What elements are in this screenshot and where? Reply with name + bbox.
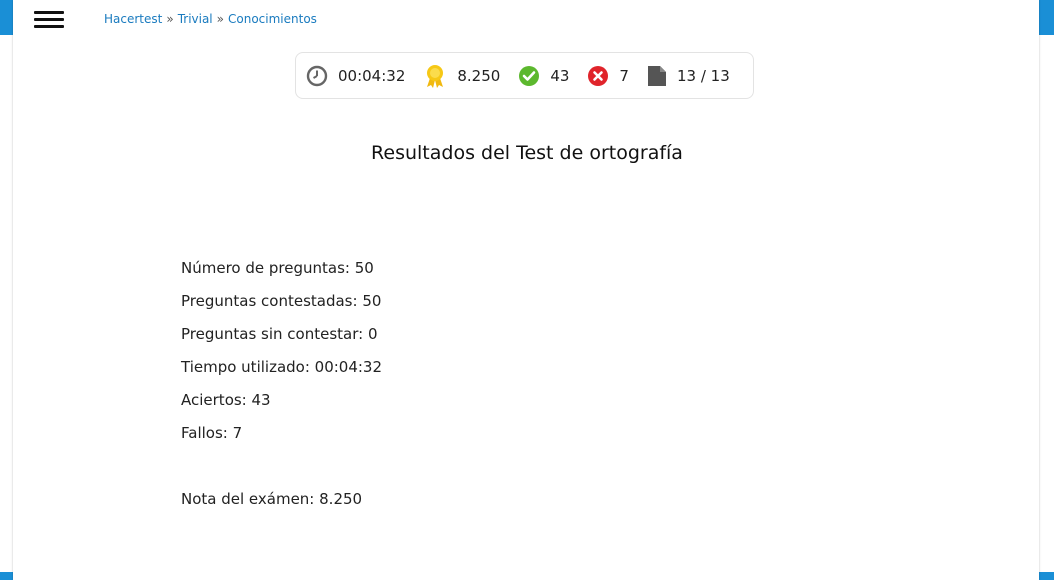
stat-wrong-value: 7 <box>619 66 629 85</box>
result-grade: Nota del exámen: 8.250 <box>181 490 363 508</box>
stat-time: 00:04:32 <box>306 65 405 87</box>
page-title: Resultados del Test de ortografía <box>371 142 683 164</box>
check-icon <box>519 65 540 86</box>
result-time-used: Tiempo utilizado: 00:04:32 <box>181 358 383 376</box>
breadcrumb-home-link[interactable]: Hacertest <box>104 12 162 26</box>
cross-icon <box>588 65 609 86</box>
breadcrumb-section-link[interactable]: Trivial <box>178 12 213 26</box>
result-questions: Número de preguntas: 50 <box>181 259 374 277</box>
stat-score: 8.250 <box>423 63 500 89</box>
result-hits: Aciertos: 43 <box>181 391 271 409</box>
medal-icon <box>427 64 444 88</box>
breadcrumb-current-link[interactable]: Conocimientos <box>228 12 317 26</box>
stat-pages-value: 13 / 13 <box>676 66 730 85</box>
stat-correct: 43 <box>518 65 569 87</box>
result-unanswered: Preguntas sin contestar: 0 <box>181 325 378 343</box>
result-misses: Fallos: 7 <box>181 424 243 442</box>
breadcrumb-separator: » <box>166 12 174 26</box>
breadcrumb-separator: » <box>216 12 224 26</box>
results-summary: Número de preguntas: 50 Preguntas contes… <box>181 258 382 522</box>
stat-time-value: 00:04:32 <box>338 66 406 85</box>
menu-icon[interactable] <box>34 11 64 28</box>
stat-correct-value: 43 <box>550 66 570 85</box>
document-icon <box>647 65 666 86</box>
stat-wrong: 7 <box>587 65 629 87</box>
breadcrumb: Hacertest» Trivial» Conocimientos <box>104 12 317 26</box>
result-answered: Preguntas contestadas: 50 <box>181 292 382 310</box>
stat-pages: 13 / 13 <box>647 65 730 87</box>
stat-score-value: 8.250 <box>457 66 501 85</box>
stats-bar: 00:04:32 8.250 43 7 13 / 13 <box>295 52 754 99</box>
clock-icon <box>306 65 328 86</box>
